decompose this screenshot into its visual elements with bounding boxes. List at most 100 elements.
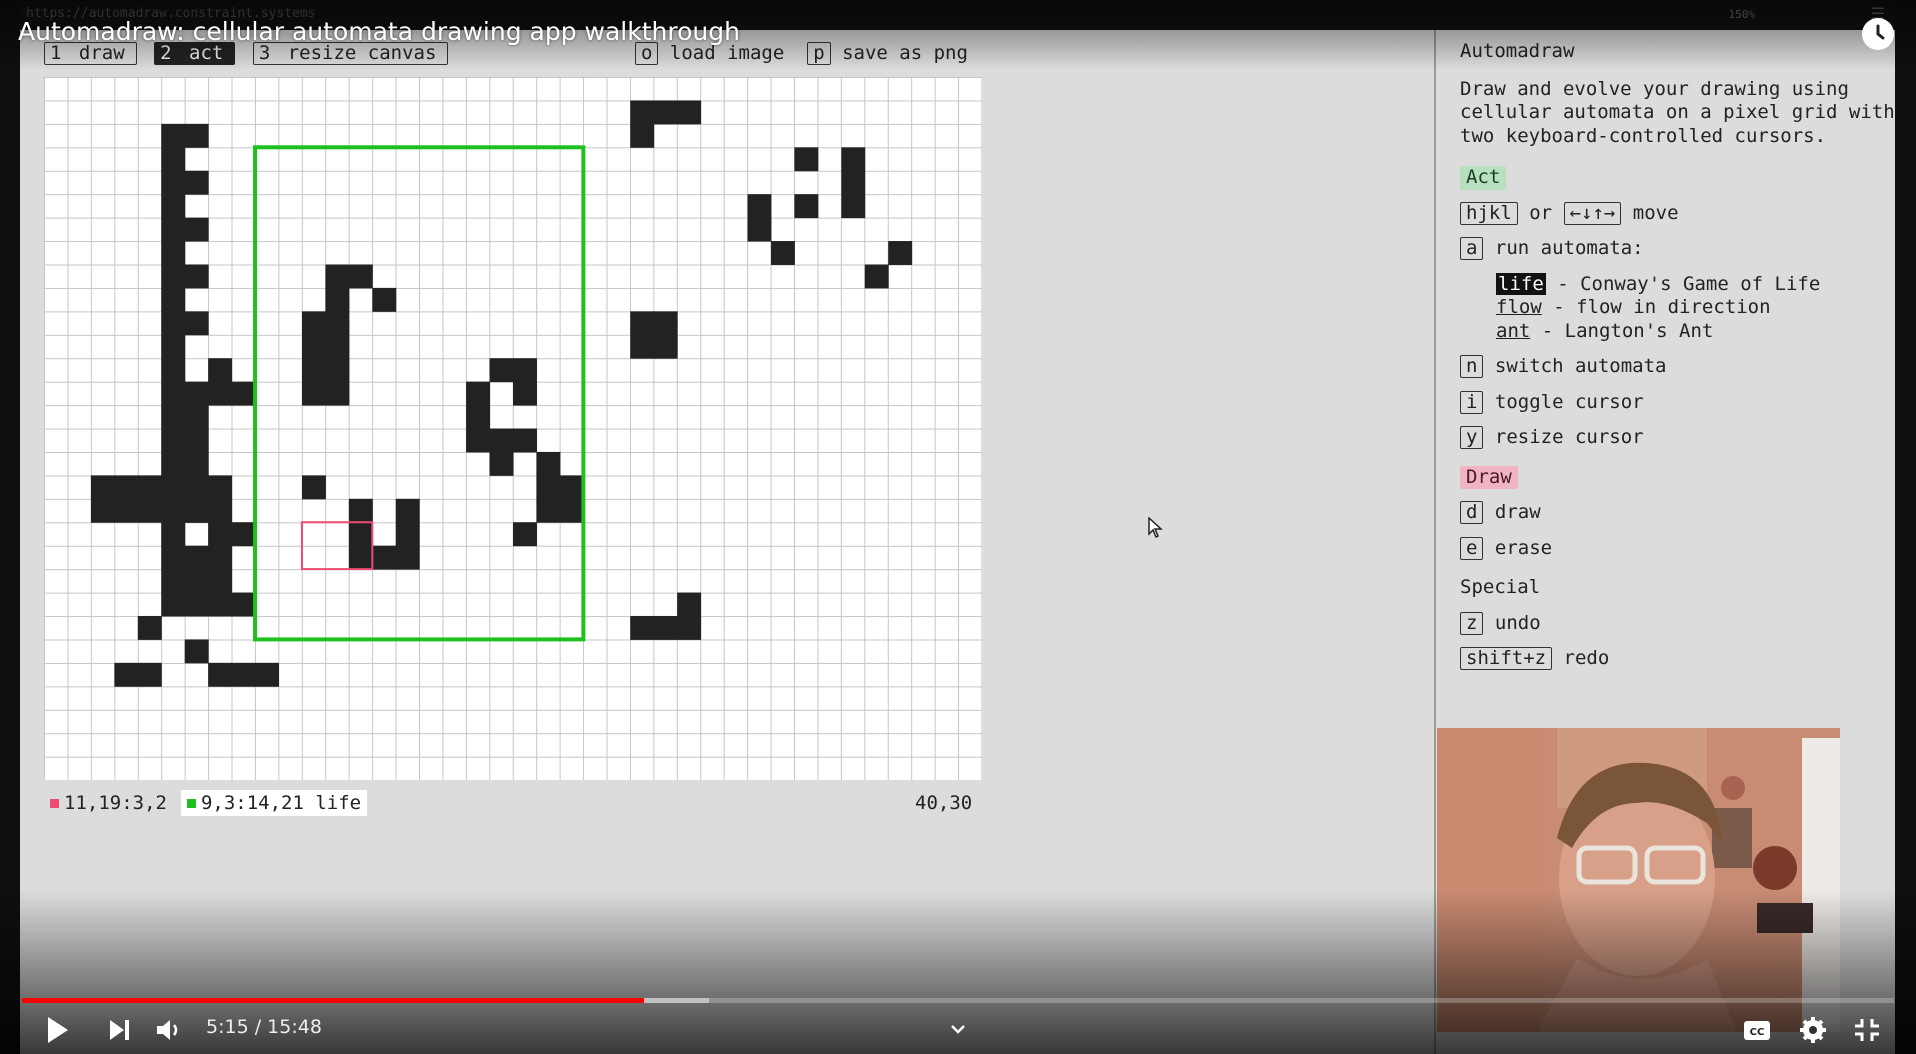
filled-cell <box>372 545 397 570</box>
filled-cell <box>137 498 162 523</box>
filled-cell <box>184 123 209 148</box>
save-key[interactable]: p <box>807 42 831 65</box>
filled-cell <box>536 498 561 523</box>
filled-cell <box>161 545 186 570</box>
next-icon[interactable] <box>106 1014 134 1046</box>
filled-cell <box>466 405 491 429</box>
filled-cell <box>208 381 233 406</box>
filled-cell <box>184 475 209 500</box>
filled-cell <box>513 522 537 547</box>
filled-cell <box>161 569 186 594</box>
filled-cell <box>395 498 420 523</box>
filled-cell <box>184 311 209 336</box>
filled-cell <box>841 170 866 195</box>
filled-cell <box>348 545 373 570</box>
video-title[interactable]: Automadraw: cellular automata drawing ap… <box>18 17 740 46</box>
automata-life: life - Conway's Game of Life <box>1496 272 1821 295</box>
clock-icon[interactable] <box>1862 18 1894 50</box>
filled-cell <box>630 123 655 148</box>
filled-cell <box>231 662 256 687</box>
chevron-down-icon[interactable] <box>948 1014 968 1046</box>
draw-cursor-status: 11,19:3,2 <box>44 790 173 816</box>
filled-cell <box>325 381 350 406</box>
filled-cell <box>841 147 866 172</box>
progress-bar[interactable] <box>22 998 1894 1003</box>
filled-cell <box>747 194 772 219</box>
filled-cell <box>114 475 139 500</box>
filled-cell <box>513 428 537 453</box>
filled-cell <box>489 451 514 476</box>
filled-cell <box>161 405 186 429</box>
act-cursor-status: 9,3:14,21 life <box>180 790 368 816</box>
filled-cell <box>536 475 561 500</box>
filled-cell <box>864 264 889 289</box>
filled-cell <box>161 358 186 383</box>
volume-icon[interactable] <box>154 1014 184 1046</box>
filled-cell <box>161 311 186 336</box>
filled-cell <box>208 522 233 547</box>
filled-cell <box>747 217 772 242</box>
filled-cell <box>184 428 209 453</box>
run-key: a <box>1460 237 1484 260</box>
filled-cell <box>161 498 186 523</box>
status-bar: 11,19:3,2 9,3:14,21 life <box>44 790 368 816</box>
filled-cell <box>137 615 162 640</box>
filled-cell <box>395 545 420 570</box>
filled-cell <box>770 241 795 265</box>
filled-cell <box>630 615 655 640</box>
settings-icon[interactable] <box>1798 1014 1828 1046</box>
captions-icon[interactable]: CC <box>1742 1014 1772 1046</box>
mouse-cursor-icon <box>1148 516 1164 543</box>
svg-text:CC: CC <box>1750 1027 1765 1038</box>
filled-cell <box>161 217 186 242</box>
filled-cell <box>325 311 350 336</box>
filled-cell <box>184 264 209 289</box>
play-icon[interactable] <box>44 1014 72 1046</box>
filled-cell <box>325 287 350 312</box>
video-player[interactable]: https://automadraw.constraint.systems 15… <box>0 0 1916 1054</box>
exit-fullscreen-icon[interactable] <box>1852 1014 1882 1046</box>
filled-cell <box>301 381 326 406</box>
filled-cell <box>208 569 233 594</box>
filled-cell <box>161 264 186 289</box>
filled-cell <box>677 100 702 125</box>
filled-cell <box>184 451 209 476</box>
filled-cell <box>231 381 256 406</box>
draw-cursor-swatch <box>50 799 59 808</box>
filled-cell <box>301 311 326 336</box>
filled-cell <box>137 475 162 500</box>
filled-cell <box>559 475 584 500</box>
filled-cell <box>114 498 139 523</box>
filled-cell <box>184 170 209 195</box>
filled-cell <box>301 475 326 500</box>
pixel-grid-canvas[interactable] <box>44 77 982 780</box>
filled-cell <box>208 662 233 687</box>
filled-cell <box>90 498 115 523</box>
filled-cell <box>630 100 655 125</box>
move-keys: hjkl <box>1460 201 1518 225</box>
filled-cell <box>114 662 139 687</box>
filled-cell <box>184 405 209 429</box>
played-bar <box>22 998 644 1003</box>
filled-cell <box>536 451 561 476</box>
filled-cell <box>161 170 186 195</box>
filled-cell <box>184 381 209 406</box>
filled-cell <box>653 615 678 640</box>
filled-cell <box>559 498 584 523</box>
filled-cell <box>184 545 209 570</box>
filled-cell <box>161 147 186 172</box>
filled-cell <box>255 662 279 687</box>
filled-cell <box>208 358 233 383</box>
filled-cell <box>161 522 186 547</box>
automata-flow: flow - flow in direction <box>1496 296 1771 318</box>
time-display: 5:15 / 15:48 <box>206 1016 322 1038</box>
filled-cell <box>161 241 186 265</box>
zoom-level: 150% <box>1728 8 1756 21</box>
canvas-dimensions: 40,30 <box>915 792 973 814</box>
filled-cell <box>161 381 186 406</box>
filled-cell <box>513 381 537 406</box>
filled-cell <box>794 147 819 172</box>
filled-cell <box>677 592 702 617</box>
filled-cell <box>231 522 256 547</box>
save-png-button[interactable]: save as png <box>842 42 968 64</box>
